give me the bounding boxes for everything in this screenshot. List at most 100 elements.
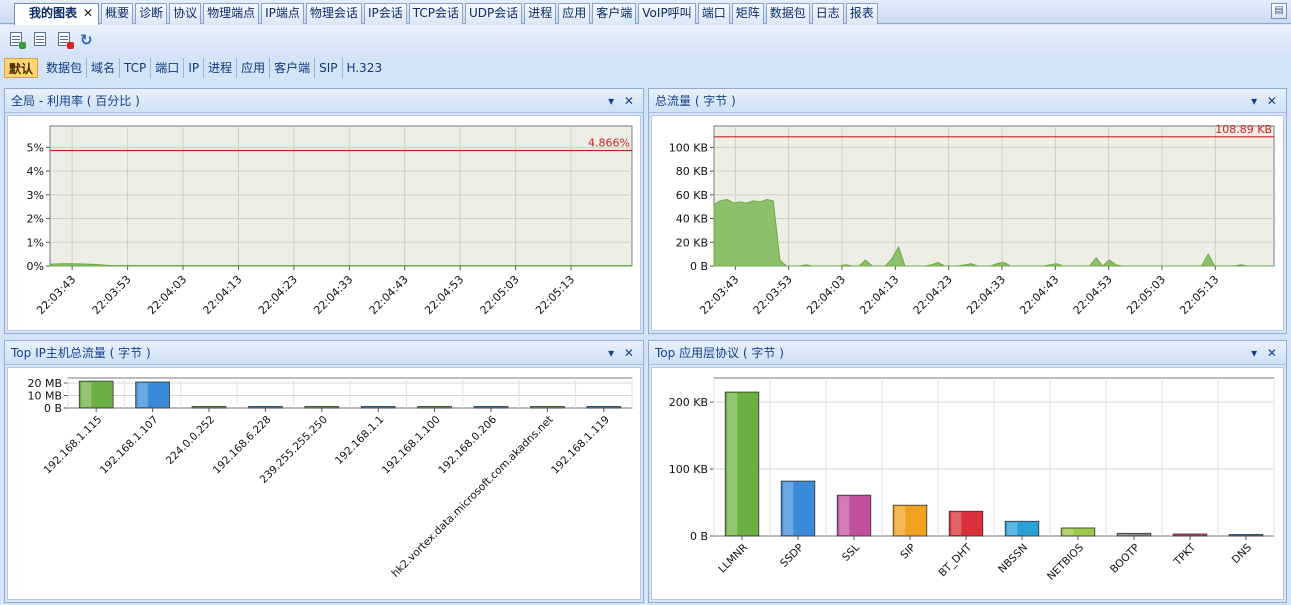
tab-7[interactable]: IP会话 — [363, 3, 407, 24]
tab-4[interactable]: 物理端点 — [203, 3, 260, 24]
bar — [1228, 534, 1264, 537]
x-tick-label: SIP — [898, 542, 918, 562]
filter-7[interactable]: 应用 — [237, 58, 271, 78]
x-tick-label: 22:04:13 — [857, 273, 901, 317]
tab-12[interactable]: 客户端 — [592, 3, 637, 24]
tab-label: 应用 — [562, 6, 587, 20]
tab-3[interactable]: 协议 — [169, 3, 202, 24]
filter-4[interactable]: 端口 — [151, 58, 185, 78]
refresh-icon[interactable]: ↻ — [80, 31, 98, 49]
top-ip-chart: 0 B10 MB20 MB 192.168.1.115192.168.1.107 2… — [27, 377, 633, 580]
tab-label: 数据包 — [769, 6, 806, 20]
bar-highlight — [895, 506, 906, 535]
tab-10[interactable]: 进程 — [524, 3, 557, 24]
bar-highlight — [1119, 534, 1130, 535]
bar-highlight — [839, 496, 850, 535]
utilization-panel: 全局 - 利用率 ( 百分比 ) ▾ ✕ 22:03:43 22:03:53 22:… — [4, 88, 644, 334]
panel-controls[interactable]: ▾ ✕ — [1251, 341, 1280, 365]
tab-label: 日志 — [815, 6, 840, 20]
add-chart-icon[interactable] — [8, 31, 26, 49]
x-tick-label: 22:05:03 — [1124, 273, 1168, 317]
tab-9[interactable]: UDP会话 — [464, 3, 523, 24]
x-tick-label: 192.168.1.100 — [380, 414, 443, 477]
close-tab-icon[interactable]: ✕ — [83, 6, 93, 20]
panel-header: Top IP主机总流量 ( 字节 ) ▾ ✕ — [5, 341, 643, 365]
bar-highlight — [727, 393, 738, 535]
filter-10[interactable]: H.323 — [343, 58, 387, 78]
filter-1[interactable]: 数据包 — [42, 58, 88, 78]
bar-highlight — [783, 482, 794, 535]
bar-highlight — [951, 512, 962, 535]
tab-13[interactable]: VoIP呼叫 — [638, 3, 696, 24]
y-tick-label: 3% — [27, 189, 44, 202]
y-tick-label: 2% — [27, 213, 44, 226]
tab-label: 进程 — [528, 6, 553, 20]
tab-18[interactable]: 报表 — [845, 3, 878, 24]
y-tick-label: 40 KB — [676, 213, 708, 226]
tab-0[interactable]: 我的图表 ✕ — [14, 3, 100, 25]
x-tick-label: BT_DHT — [936, 541, 974, 579]
panel-controls[interactable]: ▾ ✕ — [1251, 89, 1280, 113]
filter-5[interactable]: IP — [184, 58, 205, 78]
y-tick-label: 200 KB — [669, 396, 708, 409]
x-tick-label: 22:04:53 — [1071, 273, 1115, 317]
tab-label: 物理端点 — [207, 6, 256, 20]
tab-14[interactable]: 端口 — [697, 3, 730, 24]
tab-list: 我的图表 ✕ 概要 诊断 协议 物理端点 IP端点 物理会话 IP会话 TCP会话 UDP会话 进程应… — [14, 3, 880, 25]
y-tick-label: 1% — [27, 236, 44, 249]
panel-menu-icon[interactable]: ▤ — [1271, 3, 1287, 19]
tab-label: 概要 — [105, 6, 130, 20]
tab-label: TCP会话 — [412, 6, 459, 20]
bar-highlight — [1063, 528, 1074, 535]
top-ip-panel: Top IP主机总流量 ( 字节 ) ▾ ✕ 0 B 10 MB 20 MB 192.… — [4, 340, 644, 603]
tab-5[interactable]: IP端点 — [261, 3, 304, 24]
x-tick-label: 192.168.6.228 — [211, 414, 274, 477]
x-tick-label: 22:04:23 — [911, 273, 955, 317]
tab-label: 我的图表 — [29, 6, 78, 20]
panel-header: 总流量 ( 字节 ) ▾ ✕ — [649, 89, 1286, 113]
x-tick-label: 22:04:53 — [422, 273, 466, 317]
x-tick-label: 192.168.1.107 — [98, 414, 161, 477]
panel-controls[interactable]: ▾ ✕ — [608, 341, 637, 365]
peak-label: 4.866% — [588, 137, 630, 150]
y-tick-label: 10 MB — [27, 390, 62, 403]
x-tick-label: 192.168.1.119 — [549, 414, 612, 477]
filter-8[interactable]: 客户端 — [270, 58, 316, 78]
tab-6[interactable]: 物理会话 — [305, 3, 362, 24]
y-tick-label: 100 KB — [669, 463, 708, 476]
tab-17[interactable]: 日志 — [811, 3, 844, 24]
tab-11[interactable]: 应用 — [558, 3, 591, 24]
x-tick-label: 22:04:43 — [1017, 273, 1061, 317]
chart-toolbar: ↻ — [0, 25, 1291, 55]
chart-area: 22:03:43 22:03:53 22:04:03 22:04:13 22:04:23… — [7, 115, 641, 331]
filter-9[interactable]: SIP — [315, 58, 343, 78]
filter-3[interactable]: TCP — [120, 58, 152, 78]
panel-title: 全局 - 利用率 ( 百分比 ) — [11, 94, 140, 108]
x-tick-label: 22:04:03 — [145, 273, 189, 317]
y-tick-label: 0 B — [690, 260, 708, 273]
bar-highlight — [137, 383, 148, 407]
y-tick-label: 60 KB — [676, 189, 708, 202]
tab-1[interactable]: 概要 — [101, 3, 134, 24]
filter-0[interactable]: 默认 — [4, 58, 39, 78]
x-tick-label: 192.168.1.115 — [42, 414, 105, 477]
tab-15[interactable]: 矩阵 — [731, 3, 764, 24]
bar — [304, 406, 340, 409]
view-tab-strip: 我的图表 ✕ 概要 诊断 协议 物理端点 IP端点 物理会话 IP会话 TCP会话 UDP会话 进程应… — [0, 0, 1291, 25]
tab-label: 报表 — [849, 6, 874, 20]
delete-chart-icon[interactable] — [56, 31, 74, 49]
tab-16[interactable]: 数据包 — [765, 3, 810, 24]
tab-label: 诊断 — [139, 6, 164, 20]
x-tick-label: 192.168.1.1 — [333, 414, 386, 467]
tab-label: 矩阵 — [735, 6, 760, 20]
edit-chart-icon[interactable] — [32, 31, 50, 49]
panel-controls[interactable]: ▾ ✕ — [608, 89, 637, 113]
peak-label: 108.89 KB — [1215, 123, 1272, 136]
filter-2[interactable]: 域名 — [87, 58, 121, 78]
filter-6[interactable]: 进程 — [204, 58, 238, 78]
tab-2[interactable]: 诊断 — [135, 3, 168, 24]
bar — [473, 406, 509, 409]
tab-label: 协议 — [173, 6, 198, 20]
chart-filter-bar: 默认 数据包 域名 TCP 端口 IP 进程 应用 客户端 SIP H.323 — [4, 57, 386, 79]
tab-8[interactable]: TCP会话 — [408, 3, 463, 24]
